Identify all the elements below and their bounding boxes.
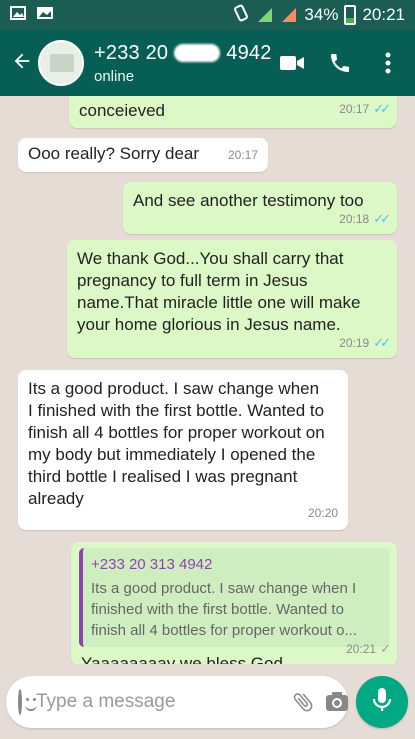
- quoted-message[interactable]: +233 20 313 4942 Its a good product. I s…: [79, 548, 389, 647]
- video-call-icon[interactable]: [279, 50, 305, 76]
- message-time: 20:19: [339, 336, 370, 350]
- quoted-text: Its a good product. I saw change when I …: [91, 580, 357, 639]
- message-meta: 20:17: [228, 144, 258, 166]
- chat-header: +233 20 4942 online: [0, 30, 415, 96]
- gallery-icon: [10, 5, 26, 25]
- status-bar-right: 34% 20:21: [232, 4, 405, 27]
- chat-area[interactable]: conceieved 20:17 ✓✓ Ooo really? Sorry de…: [0, 96, 415, 664]
- contact-name: +233 20 4942: [94, 41, 272, 65]
- message-meta: 20:18 ✓✓: [339, 208, 391, 230]
- contact-status: online: [94, 67, 135, 85]
- message-meta: 20:19 ✓✓: [339, 332, 391, 354]
- single-check-sent-icon: ✓: [380, 641, 391, 656]
- message-incoming[interactable]: Its a good product. I saw change when I …: [18, 370, 348, 530]
- phone-icon[interactable]: [327, 50, 353, 76]
- header-actions: [279, 50, 407, 76]
- back-arrow-icon[interactable]: [8, 48, 36, 79]
- double-check-read-icon: ✓✓: [373, 211, 391, 226]
- signal-icon-2: [280, 6, 298, 24]
- message-outgoing[interactable]: We thank God...You shall carry that preg…: [67, 240, 397, 358]
- message-meta: 20:17 ✓✓: [339, 98, 391, 120]
- quoted-author: +233 20 313 4942: [91, 556, 213, 573]
- message-text: Its a good product. I saw change when I …: [28, 379, 325, 508]
- message-time: 20:20: [307, 506, 338, 520]
- contact-avatar[interactable]: [38, 40, 84, 86]
- vibrate-icon: [232, 4, 250, 27]
- emoji-icon[interactable]: [18, 689, 37, 715]
- contact-number-prefix: +233 20: [94, 41, 169, 64]
- message-outgoing[interactable]: conceieved 20:17 ✓✓: [69, 96, 397, 128]
- message-text: conceieved: [79, 101, 166, 120]
- message-text: We thank God...You shall carry that preg…: [77, 249, 361, 334]
- message-text: Yaaaaaaaay we bless God: [81, 654, 283, 664]
- camera-icon[interactable]: [325, 688, 349, 716]
- microphone-button[interactable]: [356, 676, 408, 728]
- more-vertical-icon[interactable]: [375, 50, 401, 76]
- contact-number-suffix: 4942: [226, 41, 272, 64]
- message-meta: 20:21 ✓: [346, 638, 391, 660]
- status-time: 20:21: [362, 5, 405, 24]
- battery-percent: 34%: [304, 5, 339, 24]
- message-input-bar: [6, 676, 348, 728]
- signal-icon-1: [256, 6, 274, 24]
- message-outgoing-reply[interactable]: +233 20 313 4942 Its a good product. I s…: [71, 542, 397, 664]
- message-time: 20:21: [346, 642, 377, 656]
- microphone-icon: [371, 687, 393, 718]
- message-time: 20:17: [339, 102, 370, 116]
- message-outgoing[interactable]: And see another testimony too 20:18 ✓✓: [123, 182, 397, 234]
- message-incoming[interactable]: Ooo really? Sorry dear 20:17: [18, 138, 268, 172]
- battery-icon: [344, 5, 357, 25]
- message-input[interactable]: [36, 691, 281, 713]
- status-bar: 34% 20:21: [0, 0, 415, 30]
- message-time: 20:17: [227, 148, 258, 162]
- paperclip-icon[interactable]: [291, 688, 315, 716]
- message-time: 20:18: [339, 212, 370, 226]
- message-meta: 20:20: [308, 502, 338, 524]
- double-check-read-icon: ✓✓: [373, 335, 391, 350]
- redaction-blob: [174, 43, 221, 62]
- contact-info[interactable]: +233 20 4942 online: [94, 41, 272, 86]
- message-text: Ooo really? Sorry dear: [28, 144, 200, 163]
- status-bar-left: [10, 5, 54, 25]
- image-icon: [36, 5, 54, 25]
- double-check-read-icon: ✓✓: [373, 101, 391, 116]
